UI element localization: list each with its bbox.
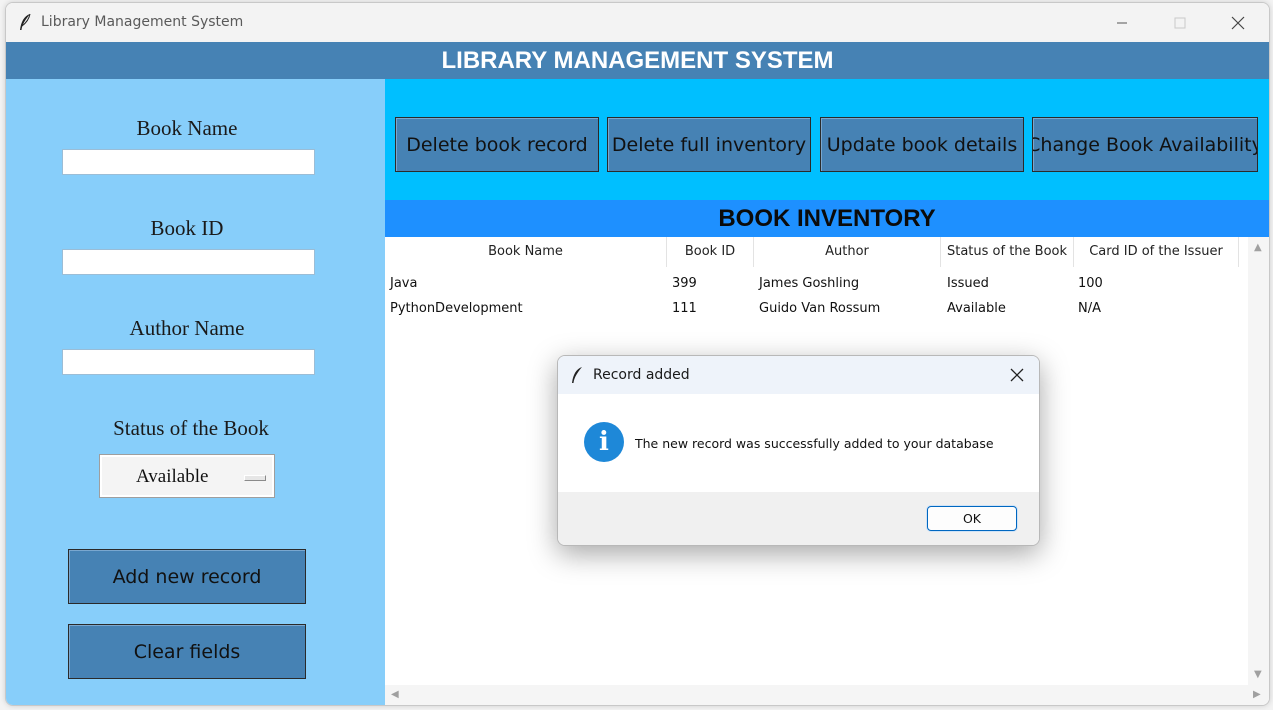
dialog-body: i The new record was successfully added … — [558, 394, 1039, 492]
minimize-button[interactable] — [1093, 3, 1151, 42]
maximize-icon — [1174, 17, 1186, 28]
feather-icon — [572, 367, 582, 383]
table-header: Book Name Book ID Author Status of the B… — [385, 237, 1248, 267]
book-name-input[interactable] — [62, 149, 315, 175]
cell-status: Issued — [947, 276, 989, 291]
form-panel: Book Name Book ID Author Name Status of … — [6, 79, 385, 705]
table-row[interactable]: PythonDevelopment 111 Guido Van Rossum A… — [385, 296, 1248, 321]
record-added-dialog: Record added i The new record was succes… — [557, 355, 1040, 546]
clear-fields-button[interactable]: Clear fields — [68, 624, 306, 679]
author-name-label: Author Name — [129, 316, 245, 340]
vertical-scrollbar[interactable]: ▲ ▼ — [1248, 237, 1269, 685]
ok-button[interactable]: OK — [927, 506, 1017, 531]
delete-inventory-button[interactable]: Delete full inventory — [607, 117, 811, 172]
action-panel: Delete book record Delete full inventory… — [385, 79, 1269, 200]
window-title: Library Management System — [41, 14, 244, 30]
cell-card-id: N/A — [1078, 301, 1101, 316]
status-selected-value: Available — [136, 466, 209, 487]
title-bar: Library Management System — [6, 3, 1269, 42]
option-menu-indicator-icon — [244, 475, 266, 481]
book-id-label: Book ID — [150, 216, 224, 240]
scroll-left-icon[interactable]: ◀ — [391, 689, 399, 700]
status-label: Status of the Book — [113, 416, 269, 440]
maximize-button[interactable] — [1151, 3, 1209, 42]
app-header: LIBRARY MANAGEMENT SYSTEM — [6, 42, 1269, 79]
update-details-button[interactable]: Update book details — [820, 117, 1024, 172]
dialog-title: Record added — [593, 367, 690, 383]
dialog-message: The new record was successfully added to… — [635, 436, 994, 451]
cell-author: James Goshling — [759, 276, 860, 291]
change-availability-button[interactable]: Change Book Availability — [1032, 117, 1258, 172]
scroll-right-icon[interactable]: ▶ — [1253, 689, 1261, 700]
cell-book-name: PythonDevelopment — [390, 301, 523, 316]
author-name-input[interactable] — [62, 349, 315, 375]
dialog-title-bar: Record added — [558, 356, 1039, 394]
cell-book-id: 111 — [672, 301, 697, 316]
column-header-book-id[interactable]: Book ID — [667, 237, 754, 267]
book-id-input[interactable] — [62, 249, 315, 275]
scroll-down-icon[interactable]: ▼ — [1254, 669, 1262, 680]
info-icon: i — [584, 422, 624, 462]
minimize-icon — [1117, 22, 1127, 23]
close-icon[interactable] — [1007, 365, 1027, 385]
cell-book-id: 399 — [672, 276, 697, 291]
horizontal-scrollbar[interactable]: ◀ ▶ — [385, 685, 1269, 705]
inventory-title: BOOK INVENTORY — [385, 200, 1269, 237]
column-header-book-name[interactable]: Book Name — [385, 237, 667, 267]
add-record-button[interactable]: Add new record — [68, 549, 306, 604]
table-row[interactable]: Java 399 James Goshling Issued 100 — [385, 271, 1248, 296]
feather-icon — [20, 13, 31, 30]
scroll-up-icon[interactable]: ▲ — [1254, 242, 1262, 253]
column-header-status[interactable]: Status of the Book — [941, 237, 1074, 267]
dialog-footer: OK — [558, 492, 1039, 545]
cell-book-name: Java — [390, 276, 418, 291]
book-name-label: Book Name — [136, 116, 238, 140]
main-window: Library Management System LIBRARY MANAGE… — [5, 2, 1270, 706]
column-header-author[interactable]: Author — [754, 237, 941, 267]
close-button[interactable] — [1209, 3, 1267, 42]
status-option-menu[interactable]: Available — [99, 454, 275, 498]
column-header-card-id[interactable]: Card ID of the Issuer — [1074, 237, 1239, 267]
cell-status: Available — [947, 301, 1006, 316]
cell-author: Guido Van Rossum — [759, 301, 881, 316]
cell-card-id: 100 — [1078, 276, 1103, 291]
delete-record-button[interactable]: Delete book record — [395, 117, 599, 172]
close-icon — [1231, 16, 1245, 29]
